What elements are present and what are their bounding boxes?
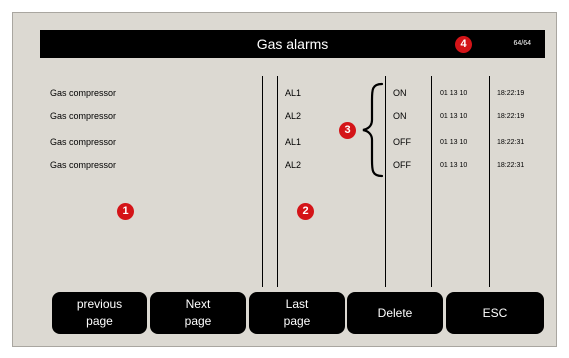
- column-divider: [489, 76, 490, 287]
- alarm-state: OFF: [393, 160, 411, 170]
- alarm-time: 18:22:19: [497, 113, 525, 120]
- alarm-code: AL1: [285, 137, 302, 147]
- alarm-code: AL2: [285, 111, 302, 121]
- alarm-name: Gas compressor: [50, 88, 117, 98]
- delete-button[interactable]: Delete: [347, 292, 443, 334]
- alarm-state: ON: [393, 88, 407, 98]
- alarm-date: 01 13 10: [440, 139, 468, 146]
- alarm-date: 01 13 10: [440, 113, 468, 120]
- next-page-button[interactable]: Next page: [150, 292, 246, 334]
- column-divider: [431, 76, 432, 287]
- alarm-state: OFF: [393, 137, 411, 147]
- alarm-code: AL1: [285, 88, 302, 98]
- esc-button[interactable]: ESC: [446, 292, 544, 334]
- alarm-date: 01 13 10: [440, 90, 468, 97]
- page-counter: 64/64: [513, 40, 531, 47]
- alarm-name: Gas compressor: [50, 137, 117, 147]
- callout-badge-3: 3: [339, 122, 356, 139]
- alarm-state: ON: [393, 111, 407, 121]
- alarm-date: 01 13 10: [440, 162, 468, 169]
- alarm-time: 18:22:31: [497, 162, 525, 169]
- last-page-button[interactable]: Last page: [249, 292, 345, 334]
- alarm-time: 18:22:31: [497, 139, 525, 146]
- alarm-name: Gas compressor: [50, 160, 117, 170]
- callout-badge-4: 4: [455, 36, 472, 53]
- alarm-time: 18:22:19: [497, 90, 525, 97]
- column-divider: [262, 76, 263, 287]
- alarm-name: Gas compressor: [50, 111, 117, 121]
- table-row[interactable]: Gas compressor AL2 ON 01 13 10 18:22:19: [0, 111, 569, 125]
- table-row[interactable]: Gas compressor AL1 OFF 01 13 10 18:22:31: [0, 137, 569, 151]
- alarm-code: AL2: [285, 160, 302, 170]
- table-row[interactable]: Gas compressor AL2 OFF 01 13 10 18:22:31: [0, 160, 569, 174]
- curly-brace-icon: [362, 82, 384, 178]
- callout-badge-1: 1: [117, 203, 134, 220]
- table-row[interactable]: Gas compressor AL1 ON 01 13 10 18:22:19: [0, 88, 569, 102]
- column-divider: [277, 76, 278, 287]
- callout-badge-2: 2: [297, 203, 314, 220]
- column-divider: [385, 76, 386, 287]
- previous-page-button[interactable]: previous page: [52, 292, 147, 334]
